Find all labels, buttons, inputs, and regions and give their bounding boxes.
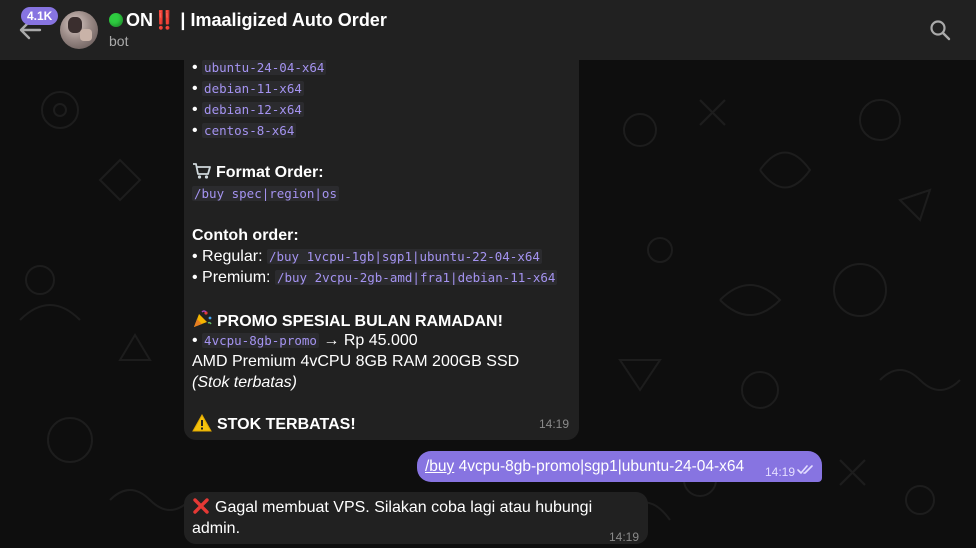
os-code[interactable]: debian-12-x64 — [202, 102, 304, 117]
premium-command[interactable]: /buy 2vcpu-2gb-amd|fra1|debian-11-x64 — [274, 270, 558, 285]
promo-note: (Stok terbatas) — [192, 374, 297, 391]
chat-title: ON‼️ | Imaaligized Auto Order — [109, 9, 387, 31]
title-name: | Imaaligized Auto Order — [175, 10, 387, 30]
list-item: • Regular: /buy 1vcpu-1gb|sgp1|ubuntu-22… — [192, 248, 542, 265]
incoming-message[interactable]: Gagal membuat VPS. Silakan coba lagi ata… — [184, 492, 648, 544]
list-item: • Premium: /buy 2vcpu-2gb-amd|fra1|debia… — [192, 269, 558, 286]
chat-header: 4.1K ON‼️ | Imaaligized Auto Order bot — [0, 0, 976, 60]
os-code[interactable]: ubuntu-24-04-x64 — [202, 60, 327, 75]
regular-command[interactable]: /buy 1vcpu-1gb|sgp1|ubuntu-22-04-x64 — [266, 249, 542, 264]
outgoing-message[interactable]: /buy 4vcpu-8gb-promo|sgp1|ubuntu-24-04-x… — [417, 451, 822, 482]
promo-heading: PROMO SPESIAL BULAN RAMADAN! — [192, 309, 571, 330]
command-link[interactable]: /buy — [425, 458, 454, 475]
unread-count-badge: 4.1K — [21, 7, 59, 25]
avatar[interactable] — [60, 11, 98, 49]
warning-icon — [192, 414, 212, 432]
party-popper-icon — [194, 310, 212, 327]
message-text: 4vcpu-8gb-promo|sgp1|ubuntu-24-04-x64 — [454, 458, 745, 475]
message-time: 14:19 — [609, 530, 640, 544]
shopping-cart-icon — [193, 163, 211, 179]
list-item: • ubuntu-24-04-x64 — [192, 59, 327, 76]
list-item: • centos-8-x64 — [192, 122, 297, 139]
promo-description: AMD Premium 4vCPU 8GB RAM 200GB SSD — [192, 353, 520, 370]
message-time: 14:19 — [765, 465, 796, 479]
os-code[interactable]: centos-8-x64 — [202, 123, 297, 138]
message-time: 14:19 — [538, 417, 569, 431]
search-button[interactable] — [928, 18, 952, 42]
format-heading: Format Order: — [192, 162, 571, 183]
green-circle-icon — [109, 13, 123, 27]
cross-mark-icon — [193, 498, 209, 514]
double-check-icon — [797, 465, 813, 474]
incoming-message[interactable]: • ubuntu-24-04-x64 • debian-11-x64 • deb… — [184, 40, 579, 440]
chat-subtitle: bot — [109, 33, 129, 49]
os-code[interactable]: debian-11-x64 — [202, 81, 304, 96]
title-status: ON — [126, 10, 153, 30]
message-text: Gagal membuat VPS. Silakan coba lagi ata… — [192, 498, 593, 537]
double-exclamation-icon: ‼️ — [153, 10, 176, 30]
promo-code[interactable]: 4vcpu-8gb-promo — [202, 333, 319, 348]
format-command[interactable]: /buy spec|region|os — [192, 186, 339, 201]
warning-text: STOK TERBATAS! — [192, 414, 571, 435]
chat-info[interactable]: ON‼️ | Imaaligized Auto Order bot — [109, 9, 387, 50]
example-heading: Contoh order: — [192, 227, 299, 244]
list-item: • debian-12-x64 — [192, 101, 304, 118]
list-item: • 4vcpu-8gb-promo → Rp 45.000 — [192, 332, 418, 349]
search-icon — [930, 20, 951, 41]
list-item: • debian-11-x64 — [192, 80, 304, 97]
